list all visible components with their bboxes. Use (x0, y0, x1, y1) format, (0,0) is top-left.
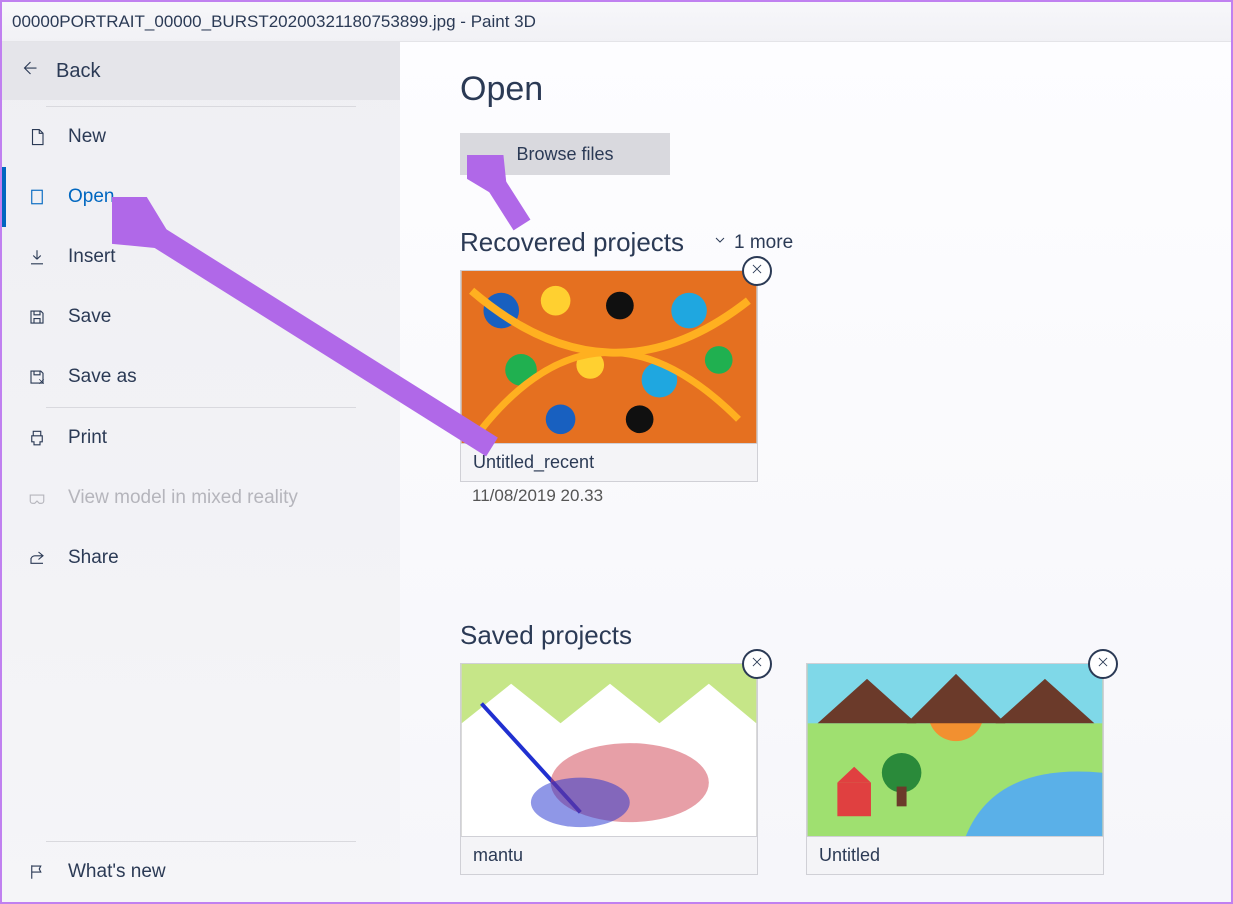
project-timestamp: 11/08/2019 20.33 (460, 482, 758, 510)
show-more-button[interactable]: 1 more (712, 232, 793, 254)
menu-insert[interactable]: Insert (2, 227, 400, 287)
menu-label: Save as (68, 366, 137, 388)
saved-project-card[interactable]: Untitled (806, 663, 1104, 875)
sidebar: Back New Open Insert Save Sav (2, 42, 400, 902)
save-icon (28, 308, 46, 326)
browse-files-button[interactable]: Browse files (460, 133, 670, 175)
more-label: 1 more (734, 232, 793, 254)
saved-heading: Saved projects (460, 620, 632, 651)
back-button[interactable]: Back (2, 42, 400, 100)
menu-share[interactable]: Share (2, 528, 400, 588)
menu-viewmr: View model in mixed reality (2, 468, 400, 528)
share-icon (28, 549, 46, 567)
insert-icon (28, 248, 46, 266)
delete-project-button[interactable] (742, 649, 772, 679)
sidebar-menu: New Open Insert Save Save as Pri (2, 100, 400, 841)
mixed-reality-icon (28, 489, 46, 507)
saved-project-card[interactable]: mantu (460, 663, 758, 875)
flag-icon (28, 863, 46, 881)
project-thumbnail (460, 270, 758, 444)
recovered-project-card[interactable]: Untitled_recent 11/08/2019 20.33 (460, 270, 758, 510)
menu-label: Save (68, 306, 111, 328)
menu-label: Open (68, 186, 114, 208)
back-label: Back (56, 60, 100, 83)
chevron-down-icon (712, 232, 728, 254)
close-icon (1096, 655, 1110, 674)
back-arrow-icon (20, 59, 38, 83)
menu-label: Share (68, 547, 119, 569)
menu-new[interactable]: New (2, 107, 400, 167)
project-thumbnail (460, 663, 758, 837)
menu-whatsnew[interactable]: What's new (2, 842, 400, 902)
page-title: Open (460, 70, 1191, 109)
new-file-icon (28, 128, 46, 146)
main-pane: Open Browse files Recovered projects 1 m… (400, 42, 1231, 902)
menu-label: New (68, 126, 106, 148)
open-file-icon (28, 188, 46, 206)
close-icon (750, 262, 764, 281)
menu-save[interactable]: Save (2, 287, 400, 347)
menu-label: Print (68, 427, 107, 449)
delete-project-button[interactable] (742, 256, 772, 286)
menu-print[interactable]: Print (2, 408, 400, 468)
menu-open[interactable]: Open (2, 167, 400, 227)
project-name: Untitled_recent (460, 444, 758, 482)
delete-project-button[interactable] (1088, 649, 1118, 679)
recovered-heading: Recovered projects (460, 227, 684, 258)
saveas-icon (28, 368, 46, 386)
close-icon (750, 655, 764, 674)
project-thumbnail (806, 663, 1104, 837)
print-icon (28, 429, 46, 447)
window-title: 00000PORTRAIT_00000_BURST202003211807538… (2, 2, 1231, 42)
menu-label: What's new (68, 861, 166, 883)
project-name: Untitled (806, 837, 1104, 875)
project-name: mantu (460, 837, 758, 875)
menu-saveas[interactable]: Save as (2, 347, 400, 407)
menu-label: View model in mixed reality (68, 487, 298, 509)
menu-label: Insert (68, 246, 116, 268)
